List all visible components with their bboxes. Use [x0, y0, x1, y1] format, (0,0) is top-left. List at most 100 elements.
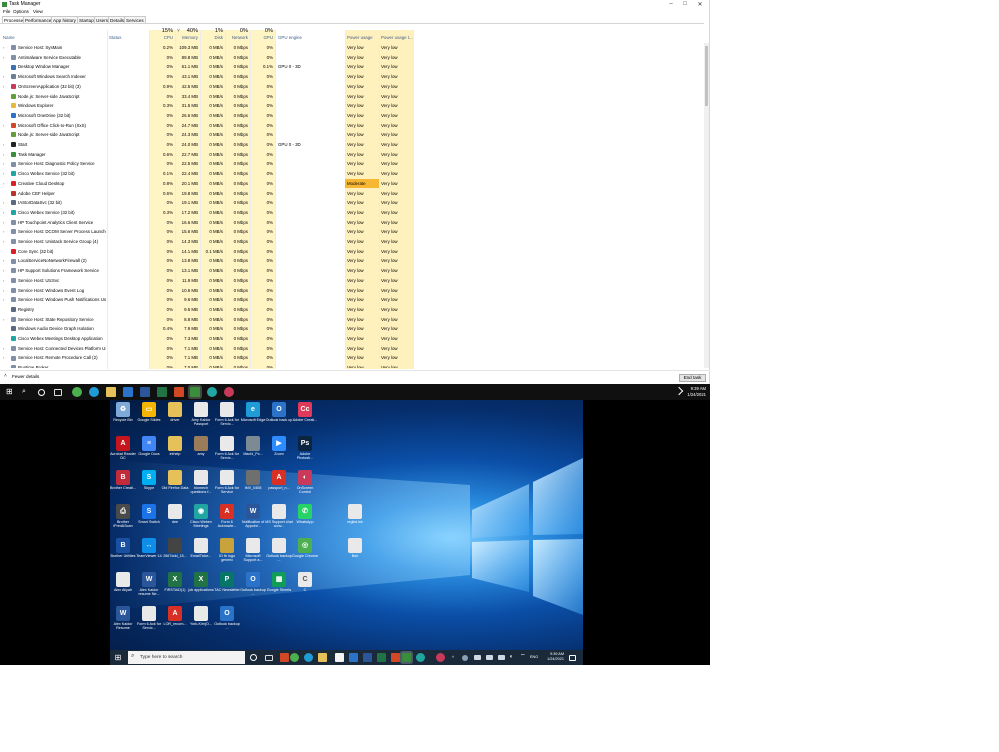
process-row[interactable]: › Service Host: State Repository Service 0…	[0, 315, 704, 325]
desktop-icon[interactable]: Outlook backup ...	[266, 537, 292, 570]
desktop-icon[interactable]: S Skype	[137, 469, 161, 502]
desktop-icon[interactable]: A Form 6 Acknowle...	[215, 503, 239, 536]
column-memory[interactable]: Memory	[176, 35, 198, 40]
clock-date[interactable]: 1/24/2021	[542, 657, 564, 661]
expand-chevron-icon[interactable]: ›	[3, 353, 4, 363]
webex-icon[interactable]	[207, 387, 217, 397]
process-row[interactable]: › Service Host: UtcSvc 0% 11.9 MB 0 MB/s 0 Mb…	[0, 276, 704, 286]
process-row[interactable]: › Service Host: Windows Push Notification…	[0, 295, 704, 305]
expand-chevron-icon[interactable]: ›	[3, 72, 4, 82]
desktop-icon[interactable]: Amy Kaidor Passport	[189, 401, 213, 434]
desktop-icon[interactable]: reglist.lnk	[343, 503, 367, 536]
tab-startup[interactable]: Startup	[77, 16, 96, 23]
menu-file[interactable]: File	[3, 9, 10, 14]
expand-chevron-icon[interactable]: ›	[3, 344, 4, 354]
desktop-icon[interactable]: inthelp	[163, 435, 187, 468]
expand-chevron-icon[interactable]: ›	[3, 198, 4, 208]
desktop-icon[interactable]: Old Firefox Data	[162, 469, 188, 502]
desktop-icon[interactable]: MS Support chat conv...	[265, 503, 293, 536]
chrome-icon[interactable]	[290, 653, 299, 662]
process-row[interactable]: Windows Explorer 0.3% 31.5 MB 0 MB/s 0 Mbps 0…	[0, 101, 704, 111]
process-row[interactable]: › Cisco Webex Service (32 bit) 0.3% 17.2 MB…	[0, 208, 704, 218]
tray-app-icon[interactable]	[486, 655, 493, 660]
cortana-icon[interactable]	[38, 389, 45, 396]
process-row[interactable]: › Task Manager 0.6% 22.7 MB 0 MB/s 0 Mbps 0% Ve…	[0, 150, 704, 160]
process-row[interactable]: Core Sync (32 bit) 0% 14.1 MB 0.1 MB/s 0 Mbp…	[0, 247, 704, 257]
process-row[interactable]: › Antimalware Service Executable 0% 89.8 MB…	[0, 53, 704, 63]
process-row[interactable]: › OnScreenApplication (32 bit) (3) 0.9% 42.…	[0, 82, 704, 92]
process-row[interactable]: › HP Support Solutions Framework Service 0…	[0, 266, 704, 276]
desktop-icon[interactable]: driver	[163, 401, 187, 434]
desktop-icon[interactable]: Form 6 Ack for Servic...	[137, 605, 161, 638]
expand-chevron-icon[interactable]: ›	[3, 286, 4, 296]
desktop-icon[interactable]: ◐ OnScreen Control	[293, 469, 317, 502]
desktop-icon[interactable]: W Alex Kaidor resume Ne...	[137, 571, 161, 604]
expand-chevron-icon[interactable]: ›	[3, 315, 4, 325]
desktop-icon[interactable]: e Microsoft Edge	[241, 401, 265, 434]
task-view-icon[interactable]	[265, 655, 273, 661]
column-network[interactable]: Network	[226, 35, 248, 40]
expand-chevron-icon[interactable]: ›	[3, 159, 4, 169]
desktop-icon[interactable]: O Outlook backup ...	[214, 605, 240, 638]
desktop-icon[interactable]: ⎙ Brother iPrint&Scan	[111, 503, 135, 536]
onscreen-icon[interactable]	[224, 387, 234, 397]
column-name[interactable]: Name	[3, 35, 15, 40]
expand-chevron-icon[interactable]: ›	[3, 276, 4, 286]
desktop-icon[interactable]: Ps Adobe Photosh...	[293, 435, 317, 468]
desktop-icon[interactable]: ◎ Google Chrome	[292, 537, 318, 570]
file-explorer-icon[interactable]	[318, 653, 327, 662]
process-row[interactable]: › Service Host: Diagnostic Policy Service…	[0, 159, 704, 169]
close-button[interactable]: ✕	[695, 1, 705, 8]
expand-chevron-icon[interactable]: ›	[3, 53, 4, 63]
process-row[interactable]: › Microsoft Windows Search Indexer 0% 43.1 …	[0, 72, 704, 82]
desktop-icon[interactable]: Xjob applications	[188, 571, 214, 604]
desktop-icon[interactable]: Cc Adobe Creati...	[293, 401, 317, 434]
outlook-icon[interactable]	[123, 387, 133, 397]
desktop-icon[interactable]: ◉ Cisco Webex Meetings	[189, 503, 213, 536]
process-row[interactable]: › Service Host: Unistack Service Group (4…	[0, 237, 704, 247]
desktop-icon[interactable]: biomech questions f...	[189, 469, 213, 502]
desktop-icon[interactable]: O Outlook back up	[266, 401, 292, 434]
expand-chevron-icon[interactable]: ›	[3, 121, 4, 131]
wifi-icon[interactable]: ⌔	[520, 653, 529, 662]
desktop-icon[interactable]: ▶ Zoom	[267, 435, 291, 468]
powerpoint-icon[interactable]	[391, 653, 400, 662]
vertical-scrollbar[interactable]	[704, 43, 709, 368]
fewer-details-link[interactable]: Fewer details	[12, 374, 39, 379]
process-row[interactable]: › HP Touchpoint Analytics Client Service 0…	[0, 218, 704, 228]
tab-app-history[interactable]: App history	[51, 16, 78, 23]
expand-chevron-icon[interactable]: ›	[3, 218, 4, 228]
desktop-icon[interactable]: Form 6 Ack for Servic...	[215, 435, 239, 468]
process-row[interactable]: › Service Host: Connected Devices Platfor…	[0, 344, 704, 354]
column-disk[interactable]: Disk	[201, 35, 223, 40]
desktop-icon[interactable]: W Notification of Appoint...	[241, 503, 265, 536]
desktop-icon[interactable]: Apassport_n...	[267, 469, 291, 502]
process-row[interactable]: Adobe CEF Helper 0.6% 19.8 MB 0 MB/s 0 Mbps 0…	[0, 189, 704, 199]
tab-performance[interactable]: Performance	[23, 16, 54, 23]
tab-services[interactable]: Services	[124, 16, 146, 23]
tray-app-icon[interactable]	[462, 655, 468, 661]
search-box[interactable]: ⌕ Type here to search	[128, 651, 245, 664]
cortana-icon[interactable]	[250, 654, 257, 661]
minimize-button[interactable]: –	[666, 1, 676, 7]
process-row[interactable]: Desktop Window Manager 0% 61.1 MB 0 MB/s 0 M…	[0, 62, 704, 72]
process-row[interactable]: › Service Host: Windows Event Log 0% 10.6 M…	[0, 286, 704, 296]
maximize-button[interactable]: □	[680, 1, 690, 7]
task-manager-icon[interactable]	[402, 653, 411, 662]
column-power-trend[interactable]: Power usage t...	[381, 35, 413, 40]
expand-chevron-icon[interactable]: ›	[3, 43, 4, 53]
desktop-icon[interactable]: Form 6 Ack for Servic...	[215, 401, 239, 434]
clock-time[interactable]: 9:39 AM	[682, 386, 706, 391]
webex-icon[interactable]	[416, 653, 425, 662]
process-row[interactable]: › Service Host: SysMain 0.2% 109.3 MB 0 MB/s…	[0, 43, 704, 53]
task-manager-icon[interactable]	[190, 387, 200, 397]
desktop-icon[interactable]: A LOR_recom...	[163, 605, 187, 638]
process-row[interactable]: Registry 0% 9.5 MB 0 MB/s 0 Mbps 0% Very low Ve…	[0, 305, 704, 315]
onscreen-icon[interactable]	[436, 653, 445, 662]
process-row[interactable]: Microsoft OneDrive (32 bit) 0% 26.6 MB 0 MB…	[0, 111, 704, 121]
expand-chevron-icon[interactable]: ›	[3, 237, 4, 247]
battery-icon[interactable]	[498, 655, 505, 660]
column-gpu-engine[interactable]: GPU engine	[278, 35, 302, 40]
process-row[interactable]: › Start 0% 24.0 MB 0 MB/s 0 Mbps 0% GPU 0 - 3D V…	[0, 140, 704, 150]
excel-icon[interactable]	[377, 653, 386, 662]
